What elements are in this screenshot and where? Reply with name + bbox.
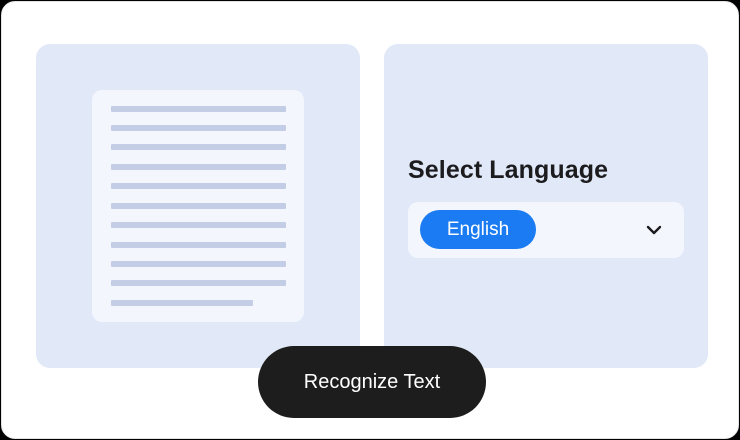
document-text-line <box>111 222 286 228</box>
document-text-line <box>111 261 286 267</box>
document-preview-panel <box>36 44 360 368</box>
document-text-line <box>111 242 286 248</box>
document-text-line <box>111 164 286 170</box>
chevron-down-icon[interactable] <box>644 220 664 240</box>
language-panel: Select Language English <box>384 44 708 368</box>
document-text-line <box>111 125 286 131</box>
document-text-line <box>111 144 286 150</box>
document-text-line <box>111 300 253 306</box>
document-text-line <box>111 106 286 112</box>
language-panel-title: Select Language <box>408 156 609 184</box>
document-text-line <box>111 203 286 209</box>
document-text-line <box>111 280 286 286</box>
document-icon <box>92 90 304 322</box>
language-dropdown[interactable]: English <box>408 202 684 258</box>
app-window: Select Language English Recognize Text <box>1 1 739 439</box>
selected-language-chip[interactable]: English <box>420 210 536 249</box>
document-text-line <box>111 183 286 189</box>
recognize-text-button[interactable]: Recognize Text <box>258 346 486 418</box>
